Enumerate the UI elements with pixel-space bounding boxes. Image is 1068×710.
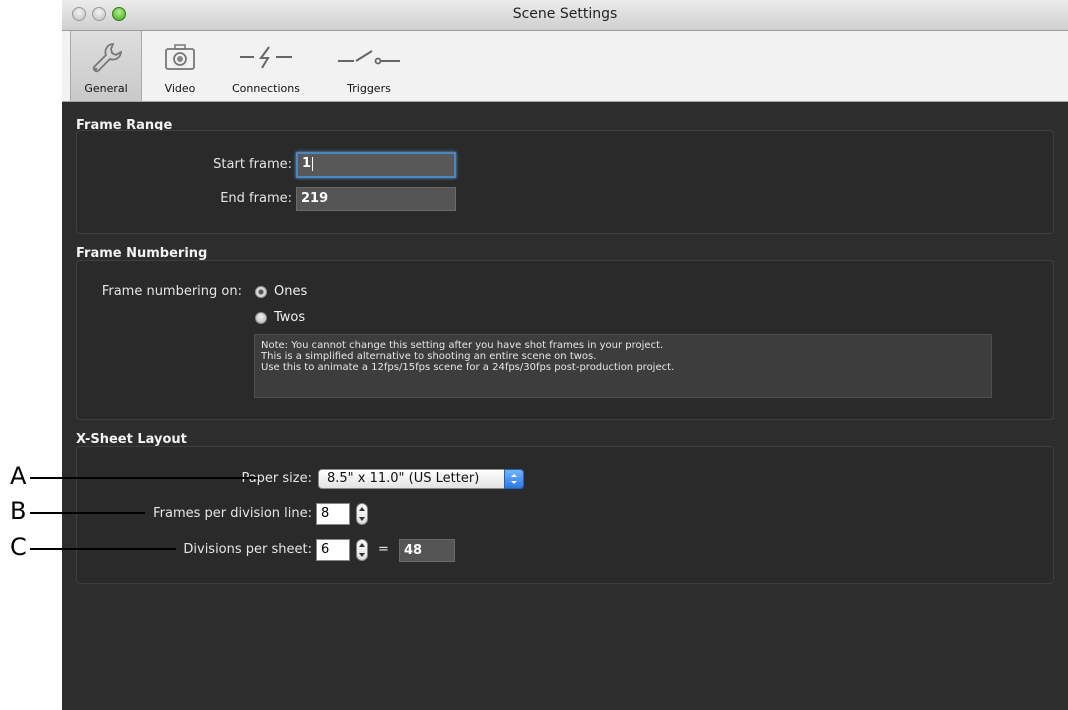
paper-size-select[interactable]: 8.5" x 11.0" (US Letter) bbox=[318, 469, 524, 489]
tab-connections-label: Connections bbox=[232, 82, 300, 95]
wrench-icon bbox=[92, 43, 122, 73]
total-frames-readout: 48 bbox=[399, 539, 455, 562]
start-frame-label: Start frame: bbox=[213, 157, 292, 172]
tab-triggers-label: Triggers bbox=[347, 82, 391, 95]
equals-sign: = bbox=[378, 542, 389, 557]
xsheet-layout-title: X-Sheet Layout bbox=[76, 432, 187, 447]
frame-numbering-note: Note: You cannot change this setting aft… bbox=[254, 334, 992, 398]
divisions-per-sheet-input[interactable]: 6 bbox=[316, 539, 350, 561]
twos-radio-label[interactable]: Twos bbox=[274, 310, 305, 325]
callout-b-label: B bbox=[10, 497, 27, 525]
frame-range-group bbox=[76, 130, 1054, 234]
frame-numbering-title: Frame Numbering bbox=[76, 246, 208, 261]
popup-arrows-icon bbox=[504, 469, 524, 489]
scene-settings-window: Scene Settings General Video Connections… bbox=[62, 0, 1068, 710]
title-bar: Scene Settings bbox=[62, 0, 1068, 31]
tab-general-label: General bbox=[84, 82, 128, 95]
lightning-connector-icon bbox=[240, 46, 292, 69]
divisions-per-sheet-stepper[interactable] bbox=[356, 539, 368, 561]
callout-c-line bbox=[30, 548, 176, 550]
note-line: This is a simplified alternative to shoo… bbox=[261, 351, 597, 362]
frames-per-division-input[interactable]: 8 bbox=[316, 503, 350, 525]
callout-a-line bbox=[30, 477, 258, 479]
twos-radio[interactable] bbox=[255, 312, 267, 324]
start-frame-input[interactable]: 1 bbox=[296, 152, 456, 178]
switch-icon bbox=[338, 50, 400, 65]
frames-per-division-stepper[interactable] bbox=[356, 503, 368, 525]
tab-connections[interactable]: Connections bbox=[224, 31, 308, 101]
window-title: Scene Settings bbox=[512, 6, 618, 22]
end-frame-label: End frame: bbox=[220, 191, 292, 206]
end-frame-input[interactable]: 219 bbox=[296, 187, 456, 211]
paper-size-value: 8.5" x 11.0" (US Letter) bbox=[327, 471, 480, 486]
note-line: Use this to animate a 12fps/15fps scene … bbox=[261, 362, 675, 373]
note-line: Note: You cannot change this setting aft… bbox=[261, 340, 664, 351]
callout-a-label: A bbox=[10, 462, 27, 490]
frame-numbering-label: Frame numbering on: bbox=[101, 284, 242, 299]
preferences-toolbar: General Video Connections Triggers bbox=[62, 31, 1068, 102]
tab-triggers[interactable]: Triggers bbox=[324, 31, 414, 101]
tab-video[interactable]: Video bbox=[150, 31, 210, 101]
tab-video-label: Video bbox=[164, 82, 196, 95]
camera-icon bbox=[165, 44, 195, 70]
callout-b-line bbox=[30, 512, 145, 514]
callout-c-label: C bbox=[10, 533, 27, 561]
ones-radio-label[interactable]: Ones bbox=[274, 284, 307, 299]
tab-general[interactable]: General bbox=[70, 31, 142, 101]
ones-radio[interactable] bbox=[255, 286, 267, 298]
settings-content: Frame Range Start frame: 1 End frame: 21… bbox=[62, 102, 1068, 710]
start-frame-value: 1 bbox=[302, 156, 312, 171]
